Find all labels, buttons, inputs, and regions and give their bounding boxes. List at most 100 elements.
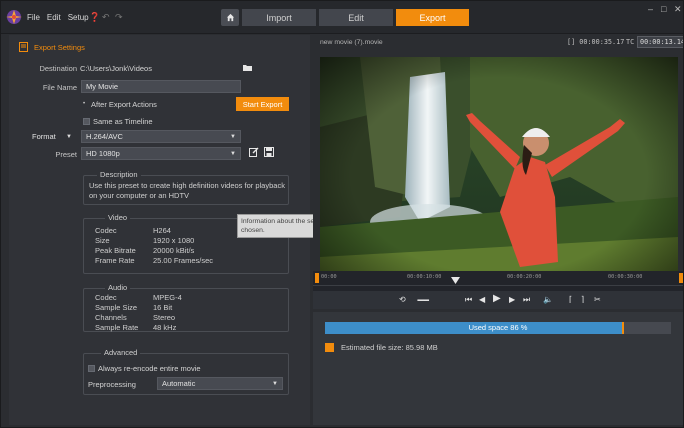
video-size-label: Size bbox=[95, 236, 110, 245]
audio-samplesize-value: 16 Bit bbox=[153, 303, 173, 312]
reencode-checkbox[interactable] bbox=[88, 365, 95, 372]
timecode-field[interactable]: 00:00:13.14 bbox=[637, 36, 683, 48]
in-marker[interactable] bbox=[315, 273, 319, 283]
file-size-swatch bbox=[325, 343, 334, 352]
start-export-button[interactable]: Start Export bbox=[236, 97, 289, 111]
ruler-label-0: 00:00 bbox=[321, 274, 337, 280]
export-settings-header: Export Settings bbox=[19, 42, 85, 52]
preprocessing-select[interactable]: Automatic ▼ bbox=[157, 377, 283, 390]
format-select[interactable]: H.264/AVC ▼ bbox=[81, 130, 241, 143]
home-icon bbox=[226, 13, 234, 22]
tab-export[interactable]: Export bbox=[396, 9, 469, 26]
chevron-down-icon: ▼ bbox=[230, 134, 236, 140]
preprocessing-label: Preprocessing bbox=[88, 380, 136, 389]
video-frame-image bbox=[320, 57, 678, 295]
audio-samplerate-label: Sample Rate bbox=[95, 323, 139, 332]
ruler-label-3: 00:00:30:00 bbox=[608, 274, 643, 280]
preset-value: HD 1080p bbox=[86, 149, 120, 158]
loop-icon[interactable]: ⟲ bbox=[399, 295, 406, 305]
video-preview bbox=[320, 57, 678, 295]
save-icon[interactable] bbox=[264, 147, 274, 157]
export-settings-title: Export Settings bbox=[34, 42, 85, 52]
chevron-down-icon: ▼ bbox=[272, 381, 278, 387]
file-size-text: Estimated file size: 85.98 MB bbox=[341, 343, 438, 352]
export-status-area: Used space 86 % Estimated file size: 85.… bbox=[313, 312, 683, 425]
shuttle-icon[interactable]: ▪▪▪▪▪▪▪▪▪▪ bbox=[417, 296, 429, 306]
out-marker[interactable] bbox=[679, 273, 683, 283]
chevron-down-icon: ▼ bbox=[66, 134, 72, 140]
file-name-label: File Name bbox=[42, 83, 77, 92]
advanced-title: Advanced bbox=[101, 348, 141, 357]
audio-samplesize-label: Sample Size bbox=[95, 303, 138, 312]
after-export-actions[interactable]: After Export Actions bbox=[91, 100, 157, 109]
audio-samplerate-value: 48 kHz bbox=[153, 323, 177, 332]
ruler-label-2: 00:00:20:00 bbox=[507, 274, 542, 280]
description-text: Use this preset to create high definitio… bbox=[89, 181, 285, 200]
tab-import[interactable]: Import bbox=[242, 9, 316, 26]
audio-channels-value: Stereo bbox=[153, 313, 176, 322]
split-icon[interactable]: ✂ bbox=[594, 295, 601, 305]
chevron-down-icon: ▼ bbox=[230, 151, 236, 157]
video-framerate-label: Frame Rate bbox=[95, 256, 135, 265]
video-bitrate-value: 20000 kBit/s bbox=[153, 246, 195, 255]
redo-icon[interactable]: ↷ bbox=[115, 11, 123, 23]
destination-value[interactable]: C:\Users\Jonk\Videos bbox=[80, 64, 152, 73]
audio-title: Audio bbox=[105, 283, 131, 292]
menu-edit[interactable]: Edit bbox=[47, 13, 61, 22]
video-codec-label: Codec bbox=[95, 226, 117, 235]
home-button[interactable] bbox=[221, 9, 239, 26]
audio-codec-value: MPEG-4 bbox=[153, 293, 182, 302]
folder-icon[interactable] bbox=[243, 64, 252, 71]
undo-icon[interactable]: ↶ bbox=[102, 11, 110, 23]
audio-channels-label: Channels bbox=[95, 313, 127, 322]
preview-file-title: new movie (7).movie bbox=[320, 39, 383, 46]
preprocessing-value: Automatic bbox=[162, 379, 196, 388]
go-to-end-icon[interactable]: ⏭ bbox=[523, 295, 530, 305]
help-icon[interactable]: ❓ bbox=[89, 11, 100, 23]
ruler-track bbox=[313, 285, 683, 286]
format-dropdown[interactable]: Format ▼ bbox=[27, 130, 77, 143]
video-size-value: 1920 x 1080 bbox=[153, 236, 195, 245]
go-to-start-icon[interactable]: ⏮ bbox=[465, 295, 472, 305]
minimize-button[interactable]: – bbox=[648, 4, 653, 14]
top-bar: File Edit Setup ❓ ↶ ↷ Import Edit Export… bbox=[1, 1, 683, 34]
transport-controls: ⟲ ▪▪▪▪▪▪▪▪▪▪ ⏮ ◀ ▶ ▶ ⏭ 🔈 ⌈ ⌉ ✂ bbox=[313, 291, 683, 309]
description-title: Description bbox=[97, 170, 141, 179]
mark-in-icon[interactable]: ⌈ bbox=[569, 295, 572, 305]
audio-codec-label: Codec bbox=[95, 293, 117, 302]
mark-out-icon[interactable]: ⌉ bbox=[581, 295, 584, 305]
same-as-timeline-checkbox[interactable] bbox=[83, 118, 90, 125]
volume-icon[interactable]: 🔈 bbox=[543, 295, 553, 305]
format-label: Format bbox=[32, 132, 56, 141]
app-window: File Edit Setup ❓ ↶ ↷ Import Edit Export… bbox=[0, 0, 684, 428]
step-back-icon[interactable]: ◀ bbox=[479, 295, 485, 305]
timeline-ruler[interactable]: 00:00 00:00:10:00 00:00:20:00 00:00:30:0… bbox=[313, 271, 683, 291]
preview-panel: new movie (7).movie [] 00:00:35.17 TC 00… bbox=[313, 35, 683, 425]
format-value: H.264/AVC bbox=[86, 132, 123, 141]
menu-setup[interactable]: Setup bbox=[68, 13, 89, 22]
video-framerate-value: 25.00 Frames/sec bbox=[153, 256, 214, 265]
preset-label: Preset bbox=[55, 150, 77, 159]
tab-edit[interactable]: Edit bbox=[319, 9, 393, 26]
video-codec-value: H264 bbox=[153, 226, 171, 235]
app-logo-icon bbox=[6, 10, 22, 24]
menu-file[interactable]: File bbox=[27, 13, 40, 22]
used-space-text: Used space 86 % bbox=[468, 323, 528, 332]
used-space-bar: Used space 86 % bbox=[325, 322, 671, 334]
step-forward-icon[interactable]: ▶ bbox=[509, 295, 515, 305]
ruler-label-1: 00:00:10:00 bbox=[407, 274, 442, 280]
destination-label: Destination bbox=[39, 64, 77, 73]
expand-arrow-icon[interactable]: • bbox=[83, 101, 85, 107]
preset-select[interactable]: HD 1080p ▼ bbox=[81, 147, 241, 160]
maximize-button[interactable]: □ bbox=[661, 4, 666, 14]
close-button[interactable]: ✕ bbox=[674, 4, 682, 15]
video-title: Video bbox=[105, 213, 131, 222]
play-icon[interactable]: ▶ bbox=[493, 294, 501, 304]
duration-readout: [] 00:00:35.17 bbox=[567, 38, 625, 46]
video-bitrate-label: Peak Bitrate bbox=[95, 246, 136, 255]
file-name-input[interactable]: My Movie bbox=[81, 80, 241, 93]
menu-bar: File Edit Setup bbox=[27, 13, 89, 22]
playhead-icon[interactable] bbox=[451, 277, 460, 284]
same-as-timeline-label: Same as Timeline bbox=[93, 117, 153, 126]
edit-icon[interactable] bbox=[249, 147, 259, 157]
